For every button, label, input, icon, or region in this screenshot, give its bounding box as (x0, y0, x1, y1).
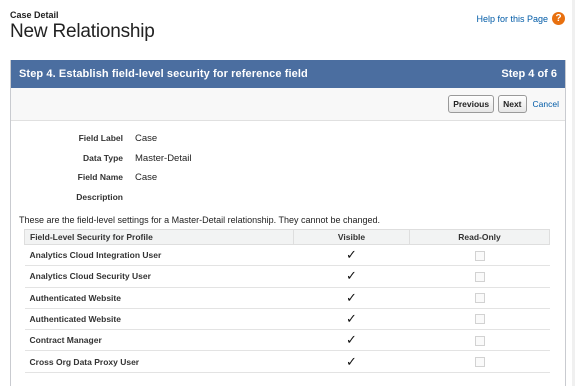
visible-cell: ✓ (293, 265, 410, 288)
read-only-cell (409, 308, 550, 331)
page-header: Case Detail New Relationship Help for th… (10, 10, 565, 52)
step-header: Step 4. Establish field-level security f… (11, 60, 565, 88)
checkmark-icon: ✓ (346, 311, 357, 327)
button-row: Previous Next Cancel (11, 88, 565, 121)
info-note: These are the field-level settings for a… (19, 215, 381, 225)
field-name-value: Case (135, 172, 158, 183)
profile-column-header: Field-Level Security for Profile (24, 229, 294, 245)
description-value (135, 188, 565, 208)
table-header-row: Field-Level Security for Profile Visible… (24, 229, 550, 245)
visible-cell: ✓ (293, 350, 410, 373)
next-button[interactable]: Next (498, 95, 527, 113)
help-area: Help for this Page ? (476, 12, 565, 25)
read-only-checkbox (474, 293, 485, 304)
visible-cell: ✓ (293, 287, 410, 309)
table-row: Authenticated Website ✓ (24, 308, 550, 331)
read-only-checkbox (474, 314, 485, 325)
read-only-cell (409, 350, 550, 373)
previous-button[interactable]: Previous (448, 95, 495, 113)
field-label-label: Field Label (78, 133, 123, 143)
read-only-cell (409, 329, 550, 352)
read-only-cell (409, 265, 550, 288)
help-link[interactable]: Help for this Page (476, 14, 548, 24)
data-type-label: Data Type (83, 152, 123, 163)
checkmark-icon: ✓ (346, 289, 357, 305)
read-only-checkbox (474, 335, 485, 346)
visible-cell: ✓ (293, 244, 410, 267)
table-row: Analytics Cloud Integration User ✓ (24, 244, 550, 267)
field-label-value: Case (135, 133, 158, 144)
field-name-label: Field Name (77, 172, 123, 182)
read-only-checkbox (474, 271, 485, 282)
description-label: Description (76, 191, 123, 202)
table-row: Authenticated Website ✓ (24, 287, 550, 309)
profile-name: Cross Org Data Proxy User (24, 350, 294, 373)
checkmark-icon: ✓ (346, 247, 357, 263)
visible-column-header: Visible (293, 229, 410, 245)
question-icon[interactable]: ? (552, 12, 565, 25)
profile-name: Authenticated Website (24, 287, 294, 309)
field-level-security-table: Field-Level Security for Profile Visible… (24, 229, 550, 373)
profile-name: Analytics Cloud Integration User (24, 244, 294, 267)
field-details: Field Label Case Data Type Master-Detail… (11, 129, 565, 207)
wizard-panel: Step 4. Establish field-level security f… (10, 60, 566, 386)
read-only-checkbox (474, 250, 485, 261)
wizard-content: Field Label Case Data Type Master-Detail… (11, 121, 565, 386)
table-row: Cross Org Data Proxy User ✓ (24, 350, 550, 373)
checkmark-icon: ✓ (346, 268, 357, 284)
profile-name: Authenticated Website (24, 308, 294, 331)
step-indicator: Step 4 of 6 (501, 68, 557, 80)
profile-name: Analytics Cloud Security User (24, 265, 294, 288)
visible-cell: ✓ (293, 329, 410, 352)
read-only-cell (409, 244, 550, 267)
checkmark-icon: ✓ (346, 353, 357, 369)
read-only-cell (409, 287, 550, 309)
profile-name: Contract Manager (24, 329, 294, 352)
table-row: Contract Manager ✓ (24, 329, 550, 352)
step-title: Step 4. Establish field-level security f… (19, 68, 308, 80)
visible-cell: ✓ (293, 308, 410, 331)
table-row: Analytics Cloud Security User ✓ (24, 265, 550, 288)
checkmark-icon: ✓ (346, 332, 357, 348)
cancel-link[interactable]: Cancel (533, 99, 559, 109)
read-only-checkbox (474, 357, 485, 367)
read-only-column-header: Read-Only (409, 229, 550, 245)
data-type-value: Master-Detail (135, 152, 192, 164)
